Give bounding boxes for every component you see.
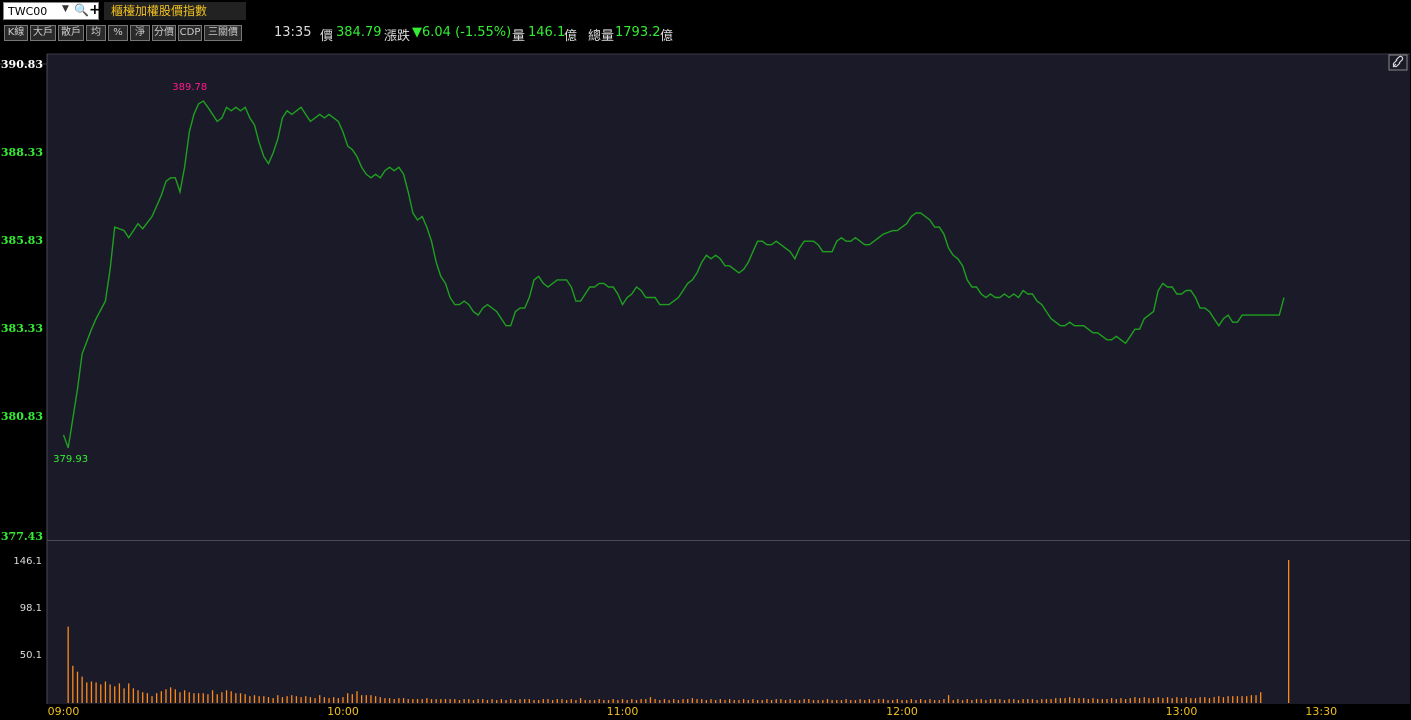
change-label: 漲跌	[384, 29, 411, 44]
dropdown-arrow-icon[interactable]: ▼	[62, 4, 69, 14]
retail-button[interactable]: 散戶	[58, 25, 84, 41]
add-icon[interactable]: +	[89, 2, 101, 18]
cdp-button[interactable]: CDP	[178, 25, 202, 41]
link-icon[interactable]	[1388, 54, 1408, 71]
volume-label: 量	[512, 29, 526, 44]
net-button[interactable]: 淨	[130, 25, 150, 41]
price-panel	[47, 54, 1410, 540]
time-tick-label: 11:00	[607, 705, 639, 718]
toolbar: K線 大戶 散戶 均 % 淨 分價 CDP 三關價	[0, 22, 1411, 44]
percent-button[interactable]: %	[108, 25, 128, 41]
price-label: 價	[320, 29, 334, 44]
price-tick-label: 385.83	[1, 234, 43, 247]
change-value: ▼6.04 (-1.55%)	[412, 25, 512, 40]
search-icon[interactable]: 🔍	[74, 3, 89, 17]
time-tick-label: 10:00	[327, 705, 359, 718]
price-tick-label: 388.33	[1, 146, 43, 159]
high-annotation: 389.78	[172, 82, 207, 93]
time-tick-label: 13:00	[1166, 705, 1198, 718]
index-name: 櫃檯加權股價指數	[104, 2, 246, 20]
time-tick-label: 12:00	[886, 705, 918, 718]
time-tick-label: 13:30	[1305, 705, 1337, 718]
price-tick-label: 390.83	[1, 58, 43, 71]
kline-button[interactable]: K線	[4, 25, 28, 41]
low-annotation: 379.93	[53, 454, 88, 465]
intraday-chart: 390.83 388.33 385.83 383.33 380.83 377.43 146…	[0, 44, 1411, 720]
volume-unit: 億	[564, 29, 578, 44]
price-tick-label: 383.33	[1, 322, 43, 335]
volume-tick-label: 50.1	[20, 650, 42, 661]
price-value: 384.79	[336, 25, 382, 40]
symbol-code: TWC00	[8, 5, 48, 18]
price-tick-label: 380.83	[1, 410, 43, 423]
price-distribution-button[interactable]: 分價	[152, 25, 176, 41]
total-volume-label: 總量	[588, 29, 615, 44]
total-volume-value: 1793.2	[615, 25, 661, 40]
volume-value: 146.1	[528, 25, 566, 40]
symbol-input[interactable]: TWC00 ▼ 🔍 +	[3, 2, 101, 20]
price-tick-label: 377.43	[1, 530, 43, 543]
volume-tick-label: 98.1	[20, 603, 42, 614]
volume-panel	[47, 541, 1410, 704]
total-volume-unit: 億	[660, 29, 674, 44]
big-holder-button[interactable]: 大戶	[30, 25, 56, 41]
top-bar: TWC00 ▼ 🔍 + 櫃檯加權股價指數	[0, 0, 1411, 22]
time-tick-label: 09:00	[48, 705, 80, 718]
volume-tick-label: 146.1	[13, 556, 42, 567]
three-levels-button[interactable]: 三關價	[204, 25, 242, 41]
average-button[interactable]: 均	[86, 25, 106, 41]
quote-time: 13:35	[274, 25, 312, 40]
